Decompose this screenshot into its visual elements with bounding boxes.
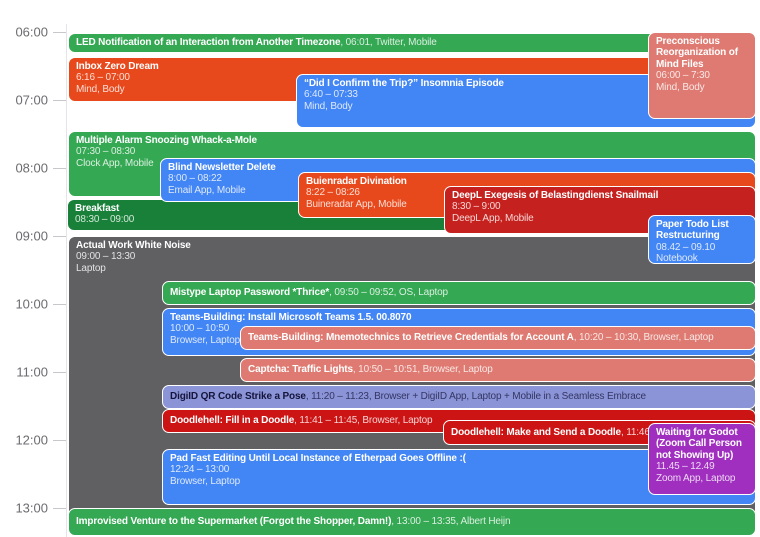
hour-tick <box>53 32 66 33</box>
event-title: Teams-Building: Mnemotechnics to Retriev… <box>248 332 574 344</box>
event-teams-building-mnemotechnics[interactable]: Teams-Building: Mnemotechnics to Retriev… <box>240 326 756 350</box>
event-meta: , 10:20 – 10:30, Browser, Laptop <box>574 332 714 344</box>
hour-tick <box>53 440 66 441</box>
event-captcha-traffic-lights[interactable]: Captcha: Traffic Lights, 10:50 – 10:51, … <box>240 358 756 382</box>
event-title: Teams-Building: Install Microsoft Teams … <box>170 312 748 324</box>
event-mistype-laptop-password[interactable]: Mistype Laptop Password *Thrice*, 09:50 … <box>162 281 756 305</box>
event-title: Doodlehell: Make and Send a Doodle <box>451 427 621 439</box>
event-location: Zoom App, Laptop <box>656 473 748 485</box>
hour-tick <box>53 236 66 237</box>
hour-tick <box>53 304 66 305</box>
calendar-day-view: 06:00 07:00 08:00 09:00 10:00 11:00 12:0… <box>0 0 760 537</box>
event-time: 8:30 – 9:00 <box>452 201 748 213</box>
event-meta: , 11:20 – 11:23, Browser + DigiID App, L… <box>306 391 646 403</box>
event-title: LED Notification of an Interaction from … <box>76 37 340 49</box>
event-title: Captcha: Traffic Lights <box>248 364 353 376</box>
event-location: Notebook <box>656 253 748 264</box>
event-time: 07:30 – 08:30 <box>76 146 748 158</box>
event-location: Laptop <box>76 263 748 275</box>
event-meta: , 11:41 – 11:45, Browser, Laptop <box>294 415 432 427</box>
event-time: 11.45 – 12.49 <box>656 461 748 473</box>
event-waiting-for-godot[interactable]: Waiting for Godot (Zoom Call Person not … <box>648 423 756 495</box>
hour-tick <box>53 372 66 373</box>
hour-tick <box>53 100 66 101</box>
time-label-0700: 07:00 <box>0 93 48 108</box>
event-time: 06:00 – 7:30 <box>656 70 748 82</box>
time-label-0900: 09:00 <box>0 229 48 244</box>
event-improvised-venture-supermarket[interactable]: Improvised Venture to the Supermarket (F… <box>68 508 756 536</box>
time-label-0800: 08:00 <box>0 161 48 176</box>
event-location: Mind, Body <box>656 82 748 94</box>
event-preconscious-reorganization[interactable]: Preconscious Reorganization of Mind File… <box>648 32 756 119</box>
event-title: Improvised Venture to the Supermarket (F… <box>76 516 391 528</box>
event-meta: , 06:01, Twitter, Mobile <box>340 37 436 49</box>
hour-tick <box>53 508 66 509</box>
event-title: Doodlehell: Fill in a Doodle <box>170 415 294 427</box>
event-title: Waiting for Godot (Zoom Call Person not … <box>656 427 748 462</box>
event-meta: , 10:50 – 10:51, Browser, Laptop <box>353 364 493 376</box>
event-title: Paper Todo List Restructuring <box>656 219 748 242</box>
event-meta: , 09:50 – 09:52, OS, Laptop <box>329 287 448 299</box>
time-axis-line <box>66 24 67 537</box>
time-label-1200: 12:00 <box>0 433 48 448</box>
time-label-1100: 11:00 <box>0 365 48 380</box>
event-paper-todo-list[interactable]: Paper Todo List Restructuring 08.42 – 09… <box>648 215 756 264</box>
event-title: Preconscious Reorganization of Mind File… <box>656 36 748 71</box>
event-title: Multiple Alarm Snoozing Whack-a-Mole <box>76 135 748 147</box>
time-label-0600: 06:00 <box>0 25 48 40</box>
time-label-1000: 10:00 <box>0 297 48 312</box>
event-title: DigiID QR Code Strike a Pose <box>170 391 306 403</box>
event-time: 08.42 – 09.10 <box>656 242 748 254</box>
event-meta: , 13:00 – 13:35, Albert Heijn <box>391 516 510 528</box>
hour-tick <box>53 168 66 169</box>
event-title: DeepL Exegesis of Belastingdienst Snailm… <box>452 190 748 202</box>
event-title: Mistype Laptop Password *Thrice* <box>170 287 329 299</box>
event-digiid-qr-code[interactable]: DigiID QR Code Strike a Pose, 11:20 – 11… <box>162 385 756 409</box>
time-label-1300: 13:00 <box>0 501 48 516</box>
